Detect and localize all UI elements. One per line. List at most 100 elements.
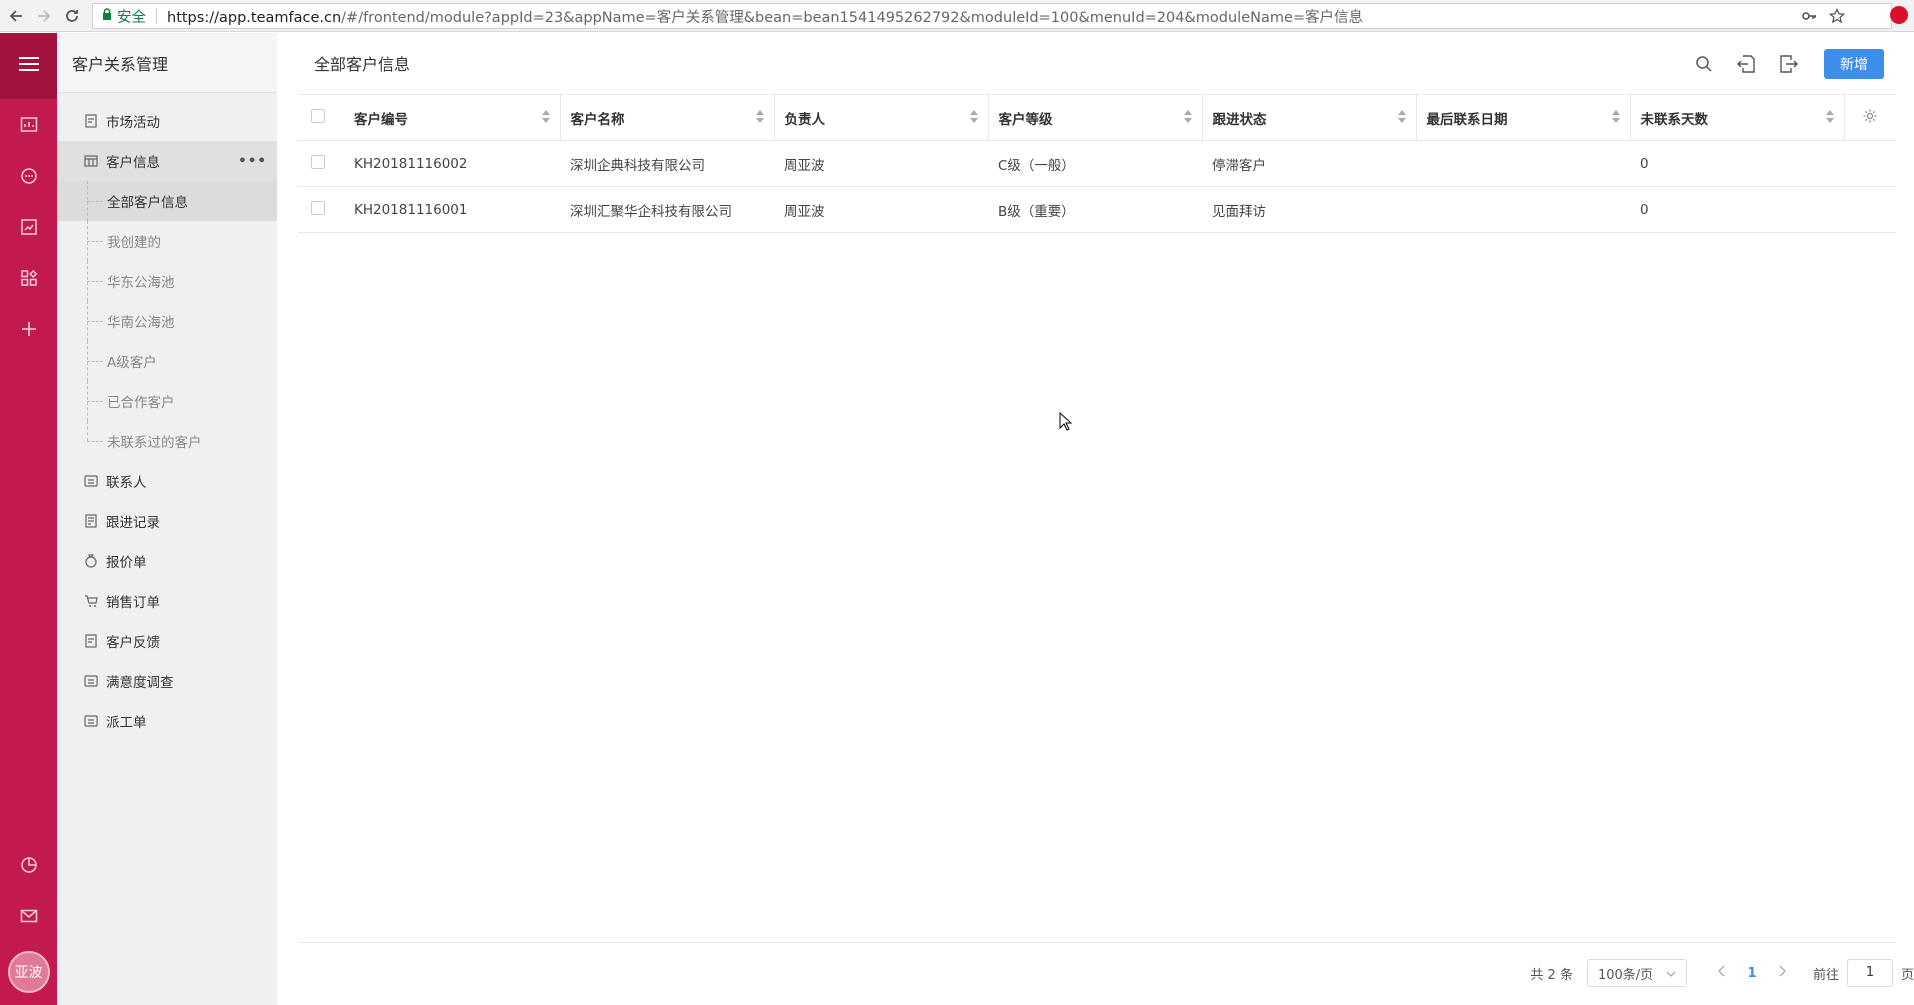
dashboard-icon[interactable] <box>0 99 57 150</box>
main-content: 全部客户信息 新增 客户编号 客户名称 负责人 客户等级 跟进状态 最后联系日期… <box>277 33 1914 1005</box>
sidebar-subitem-all[interactable]: 全部客户信息 <box>57 181 277 221</box>
sort-icon[interactable] <box>755 110 764 126</box>
sidebar-item-label: 市场活动 <box>106 115 160 131</box>
document-icon <box>84 114 100 128</box>
column-header[interactable]: 负责人 <box>774 94 989 141</box>
menu-toggle[interactable] <box>0 33 57 99</box>
header-checkbox-cell <box>298 94 344 141</box>
sidebar-item-market[interactable]: 市场活动 <box>57 101 277 141</box>
sidebar-subitem-cooperated[interactable]: 已合作客户 <box>57 381 277 421</box>
key-icon[interactable] <box>1801 8 1817 28</box>
pagination: 共 2 条 100条/页 1 前往 1 页 <box>1530 959 1914 987</box>
apps-icon[interactable] <box>0 252 57 303</box>
more-icon[interactable]: ••• <box>238 153 267 169</box>
chat-icon[interactable] <box>0 150 57 201</box>
sort-icon[interactable] <box>1183 110 1192 126</box>
column-header-label: 客户等级 <box>998 111 1053 128</box>
cell-customer-name[interactable]: 深圳汇聚华企科技有限公司 <box>560 186 774 233</box>
cell-owner: 周亚波 <box>774 186 988 233</box>
address-separator <box>156 8 157 24</box>
sidebar-item-label: 联系人 <box>106 475 147 491</box>
column-header[interactable]: 客户名称 <box>560 94 775 141</box>
sidebar-subitem-south-pool[interactable]: 华南公海池 <box>57 301 277 341</box>
page-number[interactable]: 1 <box>1737 966 1767 981</box>
rail-bottom: 亚波 <box>0 839 57 1005</box>
page-size-select[interactable]: 100条/页 <box>1586 959 1687 987</box>
hamburger-icon <box>18 56 40 76</box>
forward-icon[interactable] <box>32 4 56 28</box>
column-header-label: 客户名称 <box>570 111 625 128</box>
row-checkbox-cell <box>298 140 344 187</box>
cell-last-contact <box>1416 140 1630 187</box>
sidebar-item-dispatch[interactable]: 派工单 <box>57 701 277 741</box>
sidebar-subitem-mine[interactable]: 我创建的 <box>57 221 277 261</box>
avatar[interactable]: 亚波 <box>7 951 50 993</box>
column-settings-cell <box>1844 94 1896 141</box>
sidebar-item-quote[interactable]: 报价单 <box>57 541 277 581</box>
sidebar-item-label: 派工单 <box>106 715 147 731</box>
cell-customer-id[interactable]: KH20181116001 <box>344 186 560 233</box>
sidebar-subitem-east-pool[interactable]: 华东公海池 <box>57 261 277 301</box>
address-bar[interactable]: 安全 https://app.teamface.cn/#/frontend/mo… <box>92 3 1892 29</box>
chevron-down-icon <box>1666 966 1676 981</box>
sidebar-item-customers[interactable]: 客户信息 ••• <box>57 141 277 181</box>
sidebar-item-orders[interactable]: 销售订单 <box>57 581 277 621</box>
sidebar-item-label: 客户信息 <box>106 155 160 171</box>
next-page-icon[interactable] <box>1767 965 1797 981</box>
add-button[interactable]: 新增 <box>1824 49 1884 79</box>
sidebar-title: 客户关系管理 <box>57 33 277 93</box>
star-icon[interactable] <box>1828 7 1846 28</box>
select-all-checkbox[interactable] <box>311 108 325 123</box>
sidebar-item-survey[interactable]: 满意度调查 <box>57 661 277 701</box>
sidebar-item-contacts[interactable]: 联系人 <box>57 461 277 501</box>
sidebar-item-label: 跟进记录 <box>106 515 160 531</box>
mail-icon[interactable] <box>0 890 57 941</box>
sidebar-item-feedback[interactable]: 客户反馈 <box>57 621 277 661</box>
column-header[interactable]: 跟进状态 <box>1202 94 1417 141</box>
column-header[interactable]: 最后联系日期 <box>1416 94 1631 141</box>
sidebar-item-label: 客户反馈 <box>106 635 160 651</box>
lock-icon <box>102 8 112 24</box>
sidebar-subitem-a-level[interactable]: A级客户 <box>57 341 277 381</box>
import-icon[interactable] <box>1732 50 1760 78</box>
column-header[interactable]: 未联系天数 <box>1630 94 1845 141</box>
reload-icon[interactable] <box>60 4 84 28</box>
sidebar-item-label: 满意度调查 <box>106 675 174 691</box>
settings-icon[interactable] <box>1862 108 1878 128</box>
column-header-label: 客户编号 <box>354 111 408 128</box>
extension-icon[interactable] <box>1890 6 1908 24</box>
sidebar-subitem-uncontacted[interactable]: 未联系过的客户 <box>57 421 277 461</box>
cell-customer-name[interactable]: 深圳企典科技有限公司 <box>560 140 774 187</box>
row-checkbox-cell <box>298 186 344 233</box>
prev-page-icon[interactable] <box>1707 965 1737 981</box>
column-header[interactable]: 客户等级 <box>988 94 1203 141</box>
table-row[interactable]: KH20181116001 深圳汇聚华企科技有限公司 周亚波 B级（重要） 见面… <box>298 186 1896 233</box>
table-row[interactable]: KH20181116002 深圳企典科技有限公司 周亚波 C级（一般） 停滞客户… <box>298 140 1896 187</box>
sort-icon[interactable] <box>1825 110 1834 126</box>
column-header[interactable]: 客户编号 <box>344 94 561 141</box>
page-unit: 页 <box>1900 967 1914 983</box>
stats-icon[interactable] <box>0 839 57 890</box>
sort-icon[interactable] <box>1397 110 1406 126</box>
sort-icon[interactable] <box>541 110 550 126</box>
back-icon[interactable] <box>4 4 28 28</box>
browser-toolbar: 安全 https://app.teamface.cn/#/frontend/mo… <box>0 0 1914 32</box>
cart-icon <box>84 594 100 608</box>
app-rail: 亚波 <box>0 33 57 1005</box>
sort-icon[interactable] <box>1611 110 1620 126</box>
goto-label: 前往 <box>1812 967 1839 983</box>
sort-icon[interactable] <box>969 110 978 126</box>
cell-customer-id[interactable]: KH20181116002 <box>344 140 560 187</box>
url-text: https://app.teamface.cn/#/frontend/modul… <box>167 6 1363 27</box>
cell-days-uncontacted: 0 <box>1630 140 1844 187</box>
export-icon[interactable] <box>1774 50 1802 78</box>
search-icon[interactable] <box>1690 50 1718 78</box>
row-checkbox[interactable] <box>311 154 325 169</box>
sidebar-item-followup[interactable]: 跟进记录 <box>57 501 277 541</box>
column-header-label: 跟进状态 <box>1212 111 1267 128</box>
report-icon[interactable] <box>0 201 57 252</box>
add-icon[interactable] <box>0 303 57 354</box>
row-checkbox[interactable] <box>311 200 325 215</box>
goto-page-input[interactable]: 1 <box>1846 959 1893 987</box>
page-title: 全部客户信息 <box>314 55 411 74</box>
